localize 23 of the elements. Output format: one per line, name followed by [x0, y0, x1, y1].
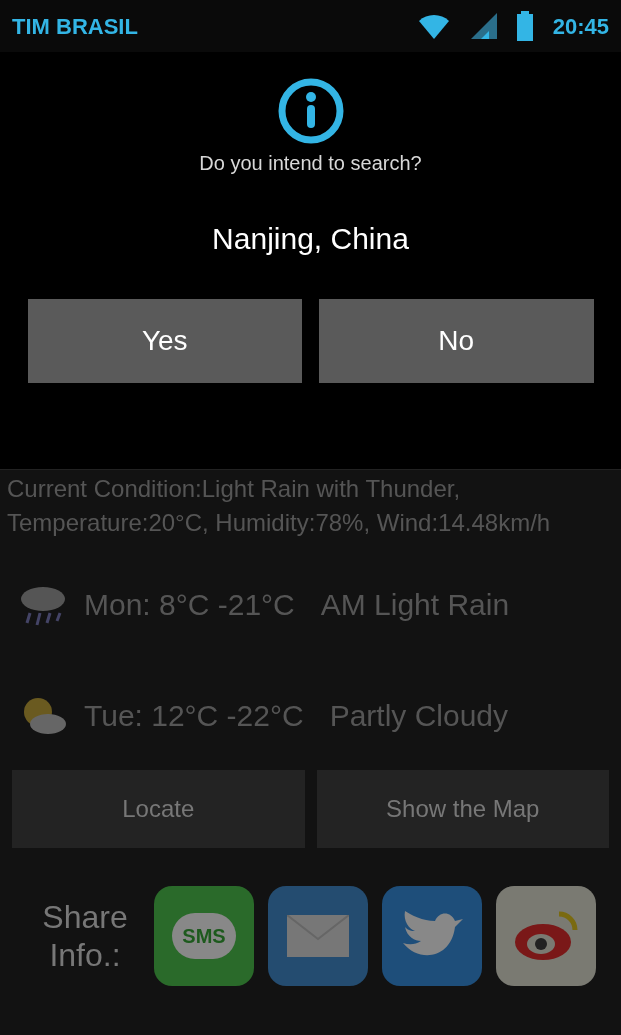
- action-button[interactable]: Show the Map: [316, 770, 609, 848]
- forecast-condition: Partly Cloudy: [329, 698, 509, 734]
- eye-app-button[interactable]: [496, 886, 596, 986]
- share-label: Share Info.:: [41, 898, 129, 974]
- clock: 20:45: [552, 12, 609, 41]
- info-icon: [277, 78, 344, 144]
- wifi-icon: [416, 13, 451, 39]
- mail-app-button[interactable]: [268, 886, 368, 986]
- signal-icon: [470, 13, 497, 39]
- carrier-name: TIM BRASIL: [12, 12, 138, 41]
- dialog-button[interactable]: No: [319, 299, 594, 383]
- dialog-question: Do you intend to search?: [199, 151, 422, 176]
- forecast-condition: AM Light Rain: [320, 587, 510, 623]
- action-button[interactable]: Locate: [12, 770, 305, 848]
- dialog-button[interactable]: Yes: [27, 299, 302, 383]
- forecast-day: Mon: 8°C -21°C: [84, 582, 295, 627]
- forecast-day: Tue: 12°C -22°C: [84, 693, 304, 738]
- current-conditions: Current Condition:Light Rain with Thunder, Temperature:20°C, Humidity:78%, Wind:14.48km/h: [6, 474, 552, 538]
- envelope-icon: [287, 915, 349, 957]
- battery-icon: [516, 11, 533, 41]
- bird-app-button[interactable]: [382, 886, 482, 986]
- dialog-place: Nanjing, China: [212, 221, 409, 257]
- sms-app-button[interactable]: SMS: [154, 886, 254, 986]
